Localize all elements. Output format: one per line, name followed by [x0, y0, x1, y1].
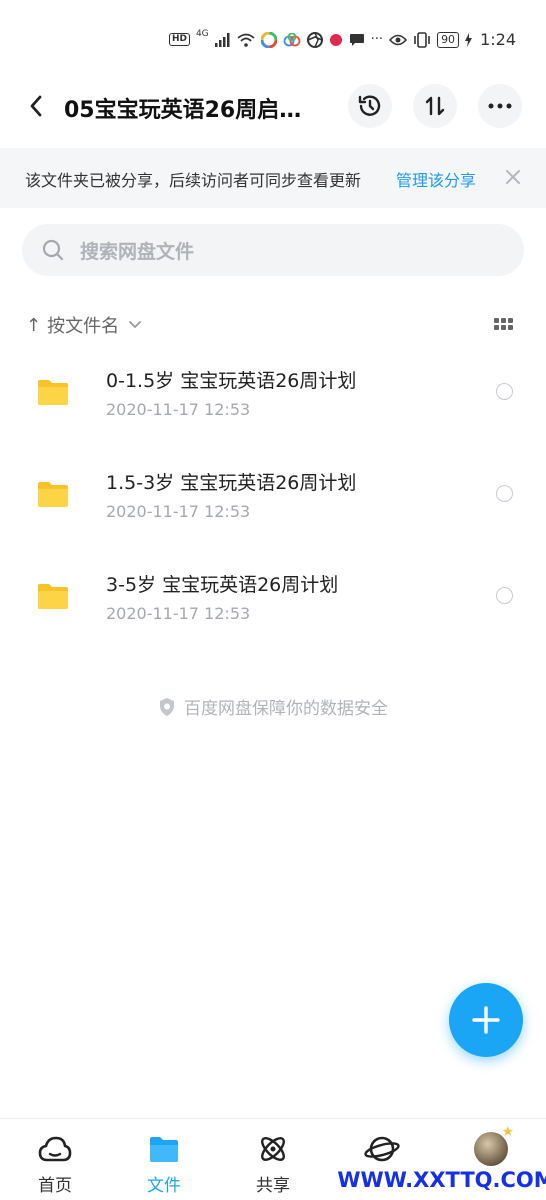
add-button[interactable] — [449, 983, 523, 1057]
atom-share-icon — [261, 1137, 285, 1161]
planet-icon — [364, 1136, 400, 1162]
chevron-left-icon — [30, 95, 42, 117]
sort-bar: ↑ 按文件名 — [0, 306, 546, 342]
file-date: 2020-11-17 12:53 — [106, 400, 251, 419]
folder-icon — [38, 380, 68, 405]
nav-home[interactable]: 首页 — [15, 1133, 95, 1199]
nav-files[interactable]: 文件 — [124, 1133, 204, 1199]
safety-note-text: 百度网盘保障你的数据安全 — [184, 699, 388, 719]
back-button[interactable] — [20, 90, 52, 122]
file-name: 3-5岁 宝宝玩英语26周计划 — [106, 574, 339, 596]
battery-icon: 90 — [437, 31, 460, 48]
red-dot-icon — [329, 33, 342, 46]
avatar-icon: ★ — [474, 1124, 514, 1166]
sort-label: 按文件名 — [47, 316, 120, 337]
hd-icon: HD — [168, 33, 190, 46]
sort-by-name-button[interactable]: ↑ 按文件名 — [26, 312, 141, 338]
search-icon — [42, 239, 64, 261]
sort-arrow-icon: ↑ — [26, 314, 42, 336]
history-button[interactable] — [348, 84, 392, 128]
safety-note: 百度网盘保障你的数据安全 — [0, 694, 546, 719]
manage-share-link[interactable]: 管理该分享 — [396, 167, 476, 191]
nav-label-share: 共享 — [256, 1176, 290, 1196]
shield-icon — [160, 697, 174, 716]
folder-icon — [38, 584, 68, 609]
share-banner: 该文件夹已被分享，后续访问者可同步查看更新 管理该分享 — [0, 148, 546, 208]
charging-icon — [465, 32, 473, 47]
aperture-icon — [306, 31, 323, 48]
clock: 1:24 — [480, 30, 516, 49]
more-dots-icon — [488, 103, 512, 109]
wifi-icon — [237, 33, 255, 47]
sort-transfer-button[interactable] — [413, 84, 457, 128]
more-button[interactable] — [478, 84, 522, 128]
cloud-sync-icon — [283, 32, 301, 46]
search-input[interactable]: 搜索网盘文件 — [22, 224, 524, 276]
transfer-sort-icon — [425, 96, 445, 116]
nav-label-home: 首页 — [38, 1176, 72, 1196]
chevron-down-icon — [129, 321, 141, 329]
more-status-icon: ··· — [370, 32, 384, 47]
signal-icon — [214, 32, 230, 47]
select-checkbox[interactable] — [496, 587, 513, 604]
status-bar: HD 4G ··· 90 1:24 — [0, 0, 546, 80]
page-title: 05宝宝玩英语26周启… — [64, 98, 302, 123]
folder-icon — [38, 482, 68, 507]
close-icon — [506, 170, 520, 184]
file-date: 2020-11-17 12:53 — [106, 604, 251, 623]
app-notification-icon — [260, 31, 277, 48]
watermark: WWW.XXTTQ.COM — [337, 1166, 546, 1194]
star-badge-icon: ★ — [501, 1124, 514, 1140]
search-placeholder: 搜索网盘文件 — [80, 241, 195, 263]
banner-close-button[interactable] — [500, 162, 526, 192]
network-label: 4G — [195, 29, 209, 39]
select-checkbox[interactable] — [496, 485, 513, 502]
share-banner-text: 该文件夹已被分享，后续访问者可同步查看更新 — [25, 171, 362, 190]
folder-icon — [150, 1137, 178, 1162]
select-checkbox[interactable] — [496, 383, 513, 400]
file-list-item[interactable]: 3-5岁 宝宝玩英语26周计划 2020-11-17 12:53 — [0, 548, 546, 648]
file-list-item[interactable]: 1.5-3岁 宝宝玩英语26周计划 2020-11-17 12:53 — [0, 446, 546, 546]
file-name: 1.5-3岁 宝宝玩英语26周计划 — [106, 472, 357, 494]
vibrate-icon — [414, 31, 430, 48]
file-date: 2020-11-17 12:53 — [106, 502, 251, 521]
nav-label-files: 文件 — [147, 1176, 181, 1196]
file-name: 0-1.5岁 宝宝玩英语26周计划 — [106, 370, 357, 392]
plus-icon — [472, 1006, 500, 1034]
file-list-item[interactable]: 0-1.5岁 宝宝玩英语26周计划 2020-11-17 12:53 — [0, 344, 546, 444]
nav-share[interactable]: 共享 — [233, 1133, 313, 1199]
message-icon — [349, 33, 364, 46]
history-icon — [358, 95, 381, 116]
grid-view-icon[interactable] — [494, 318, 514, 332]
top-app-bar: 05宝宝玩英语26周启… — [0, 80, 546, 136]
eye-icon — [389, 34, 408, 45]
status-icons: HD 4G ··· 90 1:24 — [168, 29, 516, 49]
home-cloud-icon — [38, 1136, 72, 1162]
